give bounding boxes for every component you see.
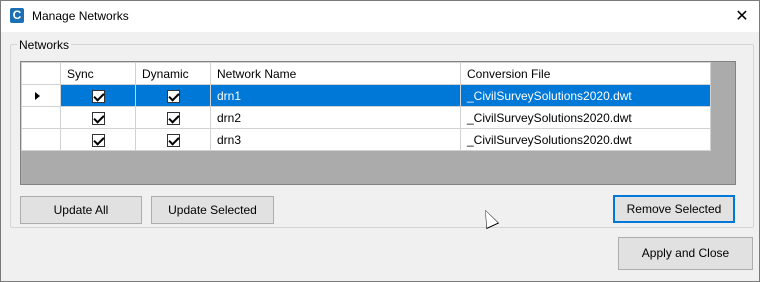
networks-table: Sync Dynamic Network Name Conversion Fil… <box>21 62 711 151</box>
networks-group-label: Networks <box>17 38 72 52</box>
sync-cell[interactable] <box>60 106 136 129</box>
table-row[interactable]: drn3 _CivilSurveySolutions2020.dwt <box>21 128 711 151</box>
close-icon[interactable]: ✕ <box>725 1 759 32</box>
conversion-file-cell[interactable]: _CivilSurveySolutions2020.dwt <box>460 128 711 151</box>
sync-cell[interactable] <box>60 84 136 107</box>
conversion-file-cell[interactable]: _CivilSurveySolutions2020.dwt <box>460 106 711 129</box>
dynamic-checkbox[interactable] <box>166 89 180 103</box>
remove-selected-button[interactable]: Remove Selected <box>613 195 735 223</box>
update-selected-button[interactable]: Update Selected <box>151 196 274 224</box>
dynamic-checkbox[interactable] <box>166 111 180 125</box>
title-bar: C Manage Networks ✕ <box>1 1 759 32</box>
row-header[interactable] <box>21 84 61 107</box>
network-name-cell[interactable]: drn2 <box>210 106 461 129</box>
sync-checkbox[interactable] <box>91 89 105 103</box>
dynamic-cell[interactable] <box>135 106 211 129</box>
conversion-file-cell[interactable]: _CivilSurveySolutions2020.dwt <box>460 84 711 107</box>
row-header-corner <box>21 62 61 85</box>
networks-grid[interactable]: Sync Dynamic Network Name Conversion Fil… <box>20 61 736 185</box>
column-header-sync[interactable]: Sync <box>60 62 136 85</box>
table-row[interactable]: drn2 _CivilSurveySolutions2020.dwt <box>21 106 711 129</box>
sync-cell[interactable] <box>60 128 136 151</box>
dynamic-cell[interactable] <box>135 128 211 151</box>
dynamic-cell[interactable] <box>135 84 211 107</box>
table-row[interactable]: drn1 _CivilSurveySolutions2020.dwt <box>21 84 711 107</box>
network-name-cell[interactable]: drn3 <box>210 128 461 151</box>
row-header[interactable] <box>21 128 61 151</box>
column-header-network-name[interactable]: Network Name <box>210 62 461 85</box>
app-logo-icon: C <box>10 8 24 23</box>
row-header[interactable] <box>21 106 61 129</box>
apply-and-close-button[interactable]: Apply and Close <box>618 237 753 270</box>
column-header-conversion-file[interactable]: Conversion File <box>460 62 711 85</box>
sync-checkbox[interactable] <box>91 133 105 147</box>
network-name-cell[interactable]: drn1 <box>210 84 461 107</box>
window-title: Manage Networks <box>32 9 129 23</box>
column-header-dynamic[interactable]: Dynamic <box>135 62 211 85</box>
grid-header-row: Sync Dynamic Network Name Conversion Fil… <box>21 62 711 85</box>
current-row-arrow-icon <box>35 92 40 101</box>
sync-checkbox[interactable] <box>91 111 105 125</box>
update-all-button[interactable]: Update All <box>20 196 142 224</box>
dynamic-checkbox[interactable] <box>166 133 180 147</box>
